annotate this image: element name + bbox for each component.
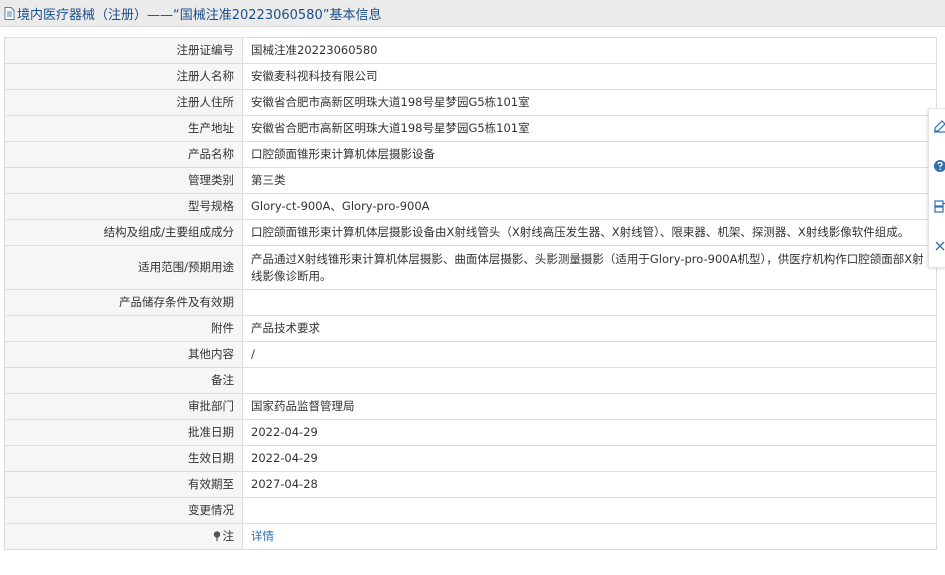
table-row: 生效日期 2022-04-29	[4, 445, 937, 472]
row-value: 产品通过X射线锥形束计算机体层摄影、曲面体层摄影、头影测量摄影（适用于Glory…	[242, 245, 937, 290]
row-value	[242, 497, 937, 524]
row-value	[242, 367, 937, 394]
title-bar: 境内医疗器械（注册）——“国械注准20223060580”基本信息	[0, 0, 945, 27]
table-row: 型号规格 Glory-ct-900A、Glory-pro-900A	[4, 193, 937, 220]
table-row: 变更情况	[4, 497, 937, 524]
row-label: 注册人名称	[4, 63, 243, 90]
row-value: 2022-04-29	[242, 445, 937, 472]
row-label: 批准日期	[4, 419, 243, 446]
row-label: 生效日期	[4, 445, 243, 472]
row-label: 产品名称	[4, 141, 243, 168]
row-value: 安徽麦科视科技有限公司	[242, 63, 937, 90]
row-label: 型号规格	[4, 193, 243, 220]
table-row: 批准日期 2022-04-29	[4, 419, 937, 446]
row-label: 变更情况	[4, 497, 243, 524]
table-row: 产品名称 口腔颌面锥形束计算机体层摄影设备	[4, 141, 937, 168]
row-value: 国械注准20223060580	[242, 37, 937, 64]
row-value: 2022-04-29	[242, 419, 937, 446]
row-label: 有效期至	[4, 471, 243, 498]
row-value: 国家药品监督管理局	[242, 393, 937, 420]
table-row: 注册证编号 国械注准20223060580	[4, 37, 937, 64]
table-row: 审批部门 国家药品监督管理局	[4, 393, 937, 420]
row-value: /	[242, 341, 937, 368]
row-label: 管理类别	[4, 167, 243, 194]
table-row: 管理类别 第三类	[4, 167, 937, 194]
row-label: 注册证编号	[4, 37, 243, 64]
note-value-cell: 详情	[242, 523, 937, 550]
table-row: 注册人住所 安徽省合肥市高新区明珠大道198号星梦园G5栋101室	[4, 89, 937, 116]
row-value: 第三类	[242, 167, 937, 194]
row-value: 口腔颌面锥形束计算机体层摄影设备由X射线管头（X射线高压发生器、X射线管）、限束…	[242, 219, 937, 246]
table-row: 结构及组成/主要组成成分 口腔颌面锥形束计算机体层摄影设备由X射线管头（X射线高…	[4, 219, 937, 246]
edit-icon[interactable]	[933, 119, 945, 133]
table-row: 产品储存条件及有效期	[4, 289, 937, 316]
row-label: 附件	[4, 315, 243, 342]
table-row: 生产地址 安徽省合肥市高新区明珠大道198号星梦园G5栋101室	[4, 115, 937, 142]
document-icon	[4, 6, 15, 20]
row-label: 产品储存条件及有效期	[4, 289, 243, 316]
close-icon[interactable]	[933, 239, 945, 253]
row-value	[242, 289, 937, 316]
row-label: 结构及组成/主要组成成分	[4, 219, 243, 246]
note-label: 注	[222, 529, 235, 543]
note-row: 注 详情	[4, 523, 937, 550]
row-label: 适用范围/预期用途	[4, 245, 243, 290]
table-row: 其他内容 /	[4, 341, 937, 368]
row-value: 安徽省合肥市高新区明珠大道198号星梦园G5栋101室	[242, 115, 937, 142]
page-title: 境内医疗器械（注册）——“国械注准20223060580”基本信息	[17, 7, 382, 23]
row-label: 生产地址	[4, 115, 243, 142]
info-table: 注册证编号 国械注准20223060580 注册人名称 安徽麦科视科技有限公司 …	[4, 37, 937, 550]
table-row: 注册人名称 安徽麦科视科技有限公司	[4, 63, 937, 90]
row-label: 其他内容	[4, 341, 243, 368]
side-toolbar	[928, 108, 945, 268]
row-label: 注册人住所	[4, 89, 243, 116]
row-value: Glory-ct-900A、Glory-pro-900A	[242, 193, 937, 220]
table-row: 附件 产品技术要求	[4, 315, 937, 342]
row-label: 备注	[4, 367, 243, 394]
row-value: 产品技术要求	[242, 315, 937, 342]
share-icon[interactable]	[933, 199, 945, 213]
row-value: 口腔颌面锥形束计算机体层摄影设备	[242, 141, 937, 168]
help-icon[interactable]	[933, 159, 945, 173]
table-row: 备注	[4, 367, 937, 394]
row-value: 2027-04-28	[242, 471, 937, 498]
table-row: 适用范围/预期用途 产品通过X射线锥形束计算机体层摄影、曲面体层摄影、头影测量摄…	[4, 245, 937, 290]
table-row: 有效期至 2027-04-28	[4, 471, 937, 498]
row-value: 安徽省合肥市高新区明珠大道198号星梦园G5栋101室	[242, 89, 937, 116]
pin-icon	[213, 529, 221, 541]
row-label: 审批部门	[4, 393, 243, 420]
details-link[interactable]: 详情	[251, 529, 274, 543]
note-label-cell: 注	[4, 523, 243, 550]
